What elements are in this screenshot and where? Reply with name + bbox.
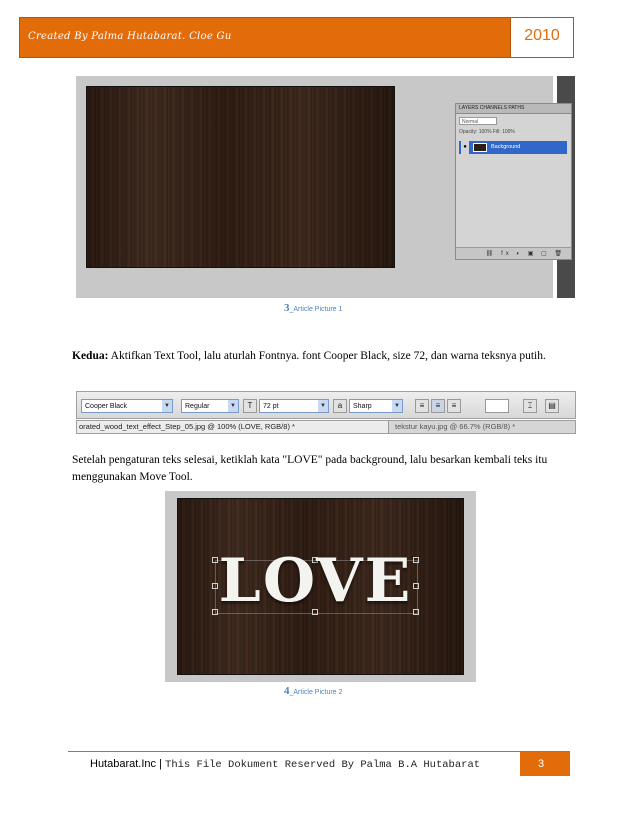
opacity-row: Opacity: 100% Fill: 100% [459,129,515,135]
document-tab-active: orated_wood_text_effect_Step_05.jpg @ 10… [77,421,389,433]
blend-mode-select: Normal [459,117,497,125]
options-toolbar: Cooper Black ▼ Regular ▼ T 72 pt ▼ a Sharp ▼… [76,391,576,419]
font-style-select: Regular ▼ [181,399,239,413]
header-year-box: 2010 [510,18,573,57]
antialias-value: Sharp [353,403,372,410]
footer-reserved: This File Dokument Reserved By Palma B.A… [165,759,481,771]
align-left-icon: ≡ [415,399,429,413]
page-header: Created By Palma Hutabarat. Cloe Gu 2010 [19,17,574,58]
page-footer: Hutabarat.Inc | This File Dokument Reser… [68,751,570,776]
figure-1-caption: 3_Article Picture 1 [284,302,342,314]
page-number: 3 [520,752,570,776]
palettes-icon: ▤ [545,399,559,413]
header-title: Created By Palma Hutabarat. Cloe Gu [28,31,232,42]
font-size-select: 72 pt ▼ [259,399,329,413]
document-tabs: orated_wood_text_effect_Step_05.jpg @ 10… [76,420,576,434]
wood-background-image [86,86,395,268]
text-color-swatch [485,399,509,413]
chevron-down-icon: ▼ [392,400,402,412]
font-style-value: Regular [185,403,210,410]
layers-panel-tabs: LAYERS CHANNELS PATHS [456,104,571,114]
layer-name: Background [491,144,521,150]
font-family-select: Cooper Black ▼ [81,399,173,413]
figure-2-caption: 4_Article Picture 2 [284,685,342,697]
layers-bottom-icons: ⛓ fx ◐ ▣ ▢ 🗑 [456,247,571,259]
chevron-down-icon: ▼ [318,400,328,412]
layer-row-background: ● Background [459,141,567,154]
layer-thumbnail [473,143,487,152]
footer-text: Hutabarat.Inc | This File Dokument Reser… [90,758,480,771]
paragraph-1-bold: Kedua: [72,350,109,362]
figure-2-caption-text: _Article Picture 2 [289,689,343,696]
paragraph-1: Kedua: Aktifkan Text Tool, lalu aturlah … [72,348,572,365]
antialias-icon: a [333,399,347,413]
warp-text-icon: ⌶ [523,399,537,413]
footer-company: Hutabarat.Inc | [90,758,166,770]
chevron-down-icon: ▼ [228,400,238,412]
align-right-icon: ≡ [447,399,461,413]
font-size-icon: T [243,399,257,413]
love-text: LOVE [218,546,413,616]
header-year: 2010 [524,27,560,44]
antialias-select: Sharp ▼ [349,399,403,413]
document-tab-other: tekstur kayu.jpg @ 66.7% (RGB/8) * [395,422,516,431]
font-size-value: 72 pt [263,403,279,410]
paragraph-1-text: Aktifkan Text Tool, lalu aturlah Fontnya… [108,350,546,362]
eye-icon: ● [461,141,469,154]
layers-panel: LAYERS CHANNELS PATHS Normal Opacity: 10… [455,103,572,260]
paragraph-2: Setelah pengaturan teks selesai, ketikla… [72,454,548,483]
align-center-icon: ≡ [431,399,445,413]
figure-1-caption-text: _Article Picture 1 [289,306,343,313]
font-family-value: Cooper Black [85,403,128,410]
chevron-down-icon: ▼ [162,400,172,412]
